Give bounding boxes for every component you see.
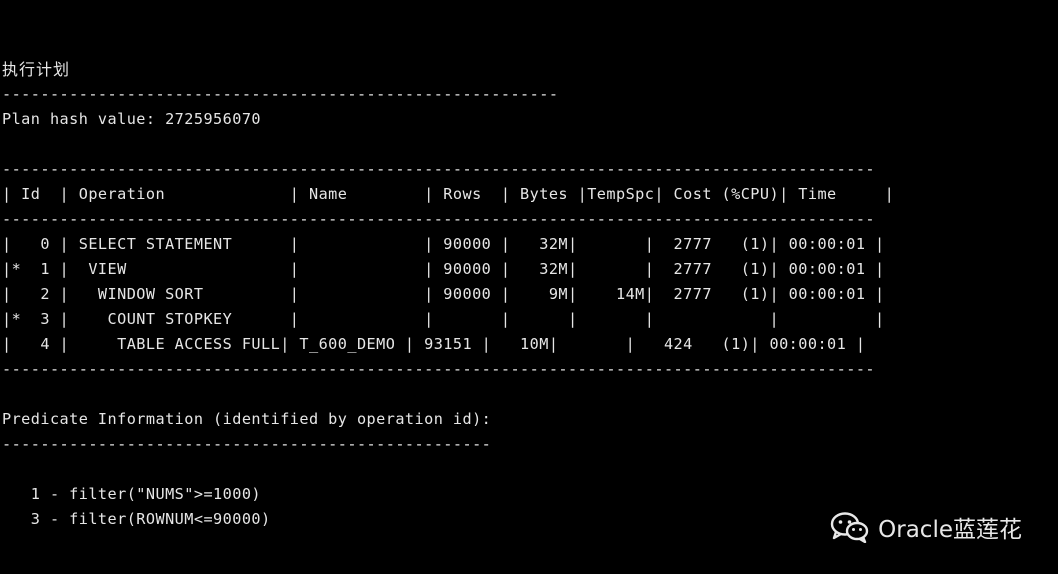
table-rule-top: ----------------------------------------… (2, 160, 876, 178)
terminal-output: 执行计划 -----------------------------------… (2, 57, 1052, 537)
table-row: | 4 | TABLE ACCESS FULL| T_600_DEMO | 93… (2, 335, 866, 353)
predicate-heading: Predicate Information (identified by ope… (2, 410, 492, 428)
separator-line: ----------------------------------------… (2, 85, 559, 103)
page-title: 执行计划 (2, 60, 71, 79)
execution-plan-table: ----------------------------------------… (2, 157, 1052, 382)
table-rule-bottom: ----------------------------------------… (2, 360, 876, 378)
predicate-item: 1 - filter("NUMS">=1000) (2, 485, 262, 503)
table-row: | 0 | SELECT STATEMENT | | 90000 | 32M| … (2, 235, 885, 253)
plan-hash-value: Plan hash value: 2725956070 (2, 110, 262, 128)
table-rule-header: ----------------------------------------… (2, 210, 876, 228)
table-row: |* 1 | VIEW | | 90000 | 32M| | 2777 (1)|… (2, 260, 885, 278)
separator-line: ----------------------------------------… (2, 435, 492, 453)
table-header: | Id | Operation | Name | Rows | Bytes |… (2, 185, 895, 203)
wechat-icon (830, 511, 870, 543)
table-row: |* 3 | COUNT STOPKEY | | | | | | | (2, 310, 885, 328)
watermark-text: Oracle蓝莲花 (878, 517, 1022, 543)
watermark: Oracle蓝莲花 (830, 510, 1022, 544)
table-row: | 2 | WINDOW SORT | | 90000 | 9M| 14M| 2… (2, 285, 885, 303)
